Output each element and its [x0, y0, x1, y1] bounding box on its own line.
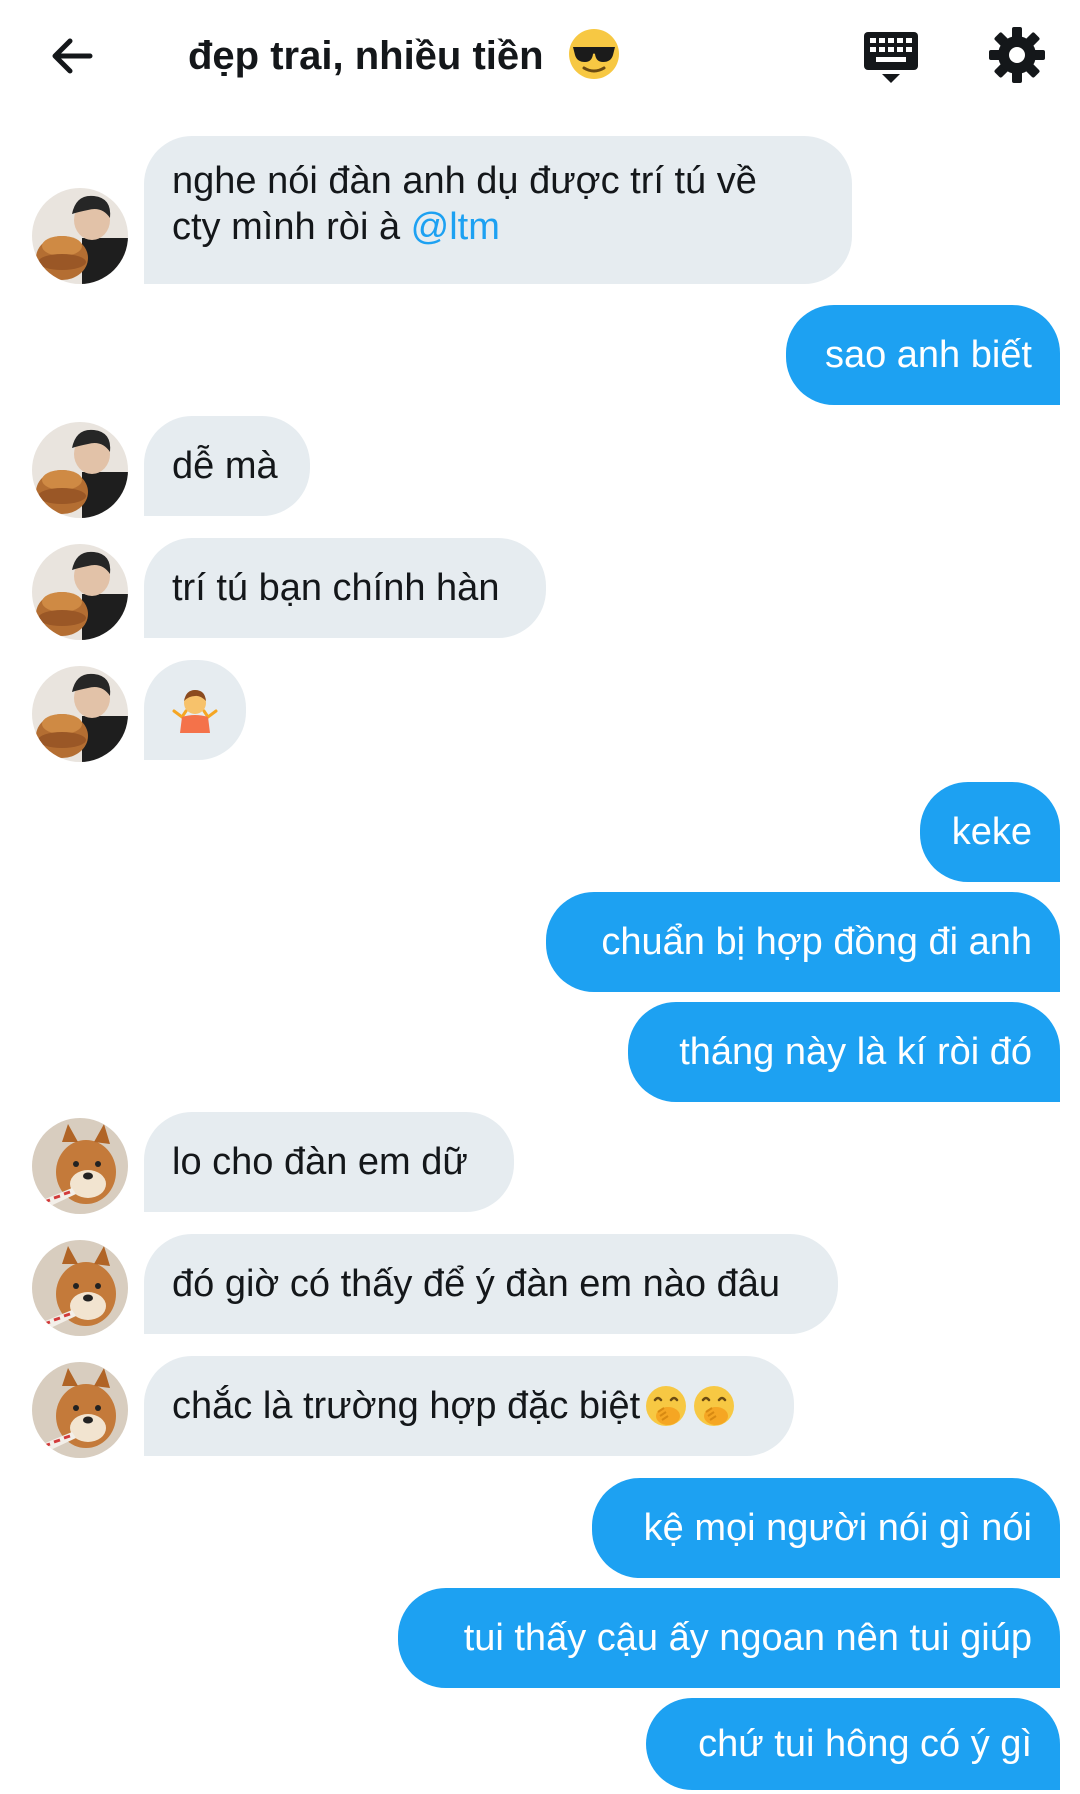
message-text: sao anh biết	[824, 334, 1032, 376]
outgoing-message[interactable]: kệ mọi người nói gì nói	[592, 1478, 1060, 1578]
incoming-message[interactable]: nghe nói đàn anh dụ được trí tú về cty m…	[144, 136, 852, 284]
message-text: dễ mà	[172, 445, 278, 487]
back-arrow-icon[interactable]	[44, 28, 100, 84]
message-text-line: nghe nói đàn anh dụ được trí tú về	[172, 160, 757, 202]
conversation-title-text: đẹp trai, nhiều tiền	[188, 34, 544, 78]
sender-avatar[interactable]	[32, 1118, 128, 1214]
sender-avatar[interactable]	[32, 188, 128, 284]
outgoing-message[interactable]: tui thấy cậu ấy ngoan nên tui giúp	[398, 1588, 1060, 1688]
message-text: tháng này là kí ròi đó	[679, 1031, 1032, 1073]
message-text: chuẩn bị hợp đồng đi anh	[601, 921, 1032, 963]
incoming-message[interactable]: đó giờ có thấy để ý đàn em nào đâu	[144, 1234, 838, 1334]
face-hand-over-mouth-icon	[694, 1386, 735, 1426]
message-text: trí tú bạn chính hàn	[172, 567, 500, 609]
sender-avatar[interactable]	[32, 1240, 128, 1336]
outgoing-message[interactable]: keke	[920, 782, 1060, 882]
incoming-message[interactable]	[144, 660, 246, 760]
person-avatar-icon	[32, 544, 128, 640]
conversation-title: đẹp trai, nhiều tiền	[188, 26, 621, 86]
gear-icon[interactable]	[988, 26, 1046, 84]
person-shrugging-icon	[172, 690, 218, 733]
outgoing-message[interactable]: chuẩn bị hợp đồng đi anh	[546, 892, 1060, 992]
message-text: đó giờ có thấy để ý đàn em nào đâu	[172, 1263, 780, 1305]
message-text: chứ tui hông có ý gì	[698, 1723, 1032, 1765]
keyboard-icon[interactable]	[862, 28, 920, 86]
sender-avatar[interactable]	[32, 1362, 128, 1458]
outgoing-message[interactable]: sao anh biết	[786, 305, 1060, 405]
dog-avatar-icon	[32, 1362, 128, 1458]
incoming-message[interactable]: trí tú bạn chính hàn	[144, 538, 546, 638]
incoming-message[interactable]: dễ mà	[144, 416, 310, 516]
message-text: lo cho đàn em dữ	[172, 1141, 468, 1183]
incoming-message[interactable]: chắc là trường hợp đặc biệt	[144, 1356, 794, 1456]
face-hand-over-mouth-icon	[646, 1386, 687, 1426]
dog-avatar-icon	[32, 1118, 128, 1214]
sender-avatar[interactable]	[32, 422, 128, 518]
dog-avatar-icon	[32, 1240, 128, 1336]
incoming-message[interactable]: lo cho đàn em dữ	[144, 1112, 514, 1212]
outgoing-message[interactable]: chứ tui hông có ý gì	[646, 1698, 1060, 1790]
person-avatar-icon	[32, 422, 128, 518]
outgoing-message[interactable]: tháng này là kí ròi đó	[628, 1002, 1060, 1102]
message-text: keke	[951, 811, 1032, 853]
message-text: kệ mọi người nói gì nói	[643, 1507, 1032, 1549]
person-avatar-icon	[32, 188, 128, 284]
sunglasses-face-icon	[568, 29, 619, 80]
person-avatar-icon	[32, 666, 128, 762]
message-text: chắc là trường hợp đặc biệt	[172, 1385, 641, 1427]
sender-avatar[interactable]	[32, 544, 128, 640]
conversation-header: đẹp trai, nhiều tiền	[0, 0, 1080, 112]
message-text-line: cty mình ròi à @ltm	[172, 206, 500, 248]
sender-avatar[interactable]	[32, 666, 128, 762]
user-mention-link[interactable]: @ltm	[411, 206, 500, 248]
message-text: tui thấy cậu ấy ngoan nên tui giúp	[463, 1617, 1032, 1659]
